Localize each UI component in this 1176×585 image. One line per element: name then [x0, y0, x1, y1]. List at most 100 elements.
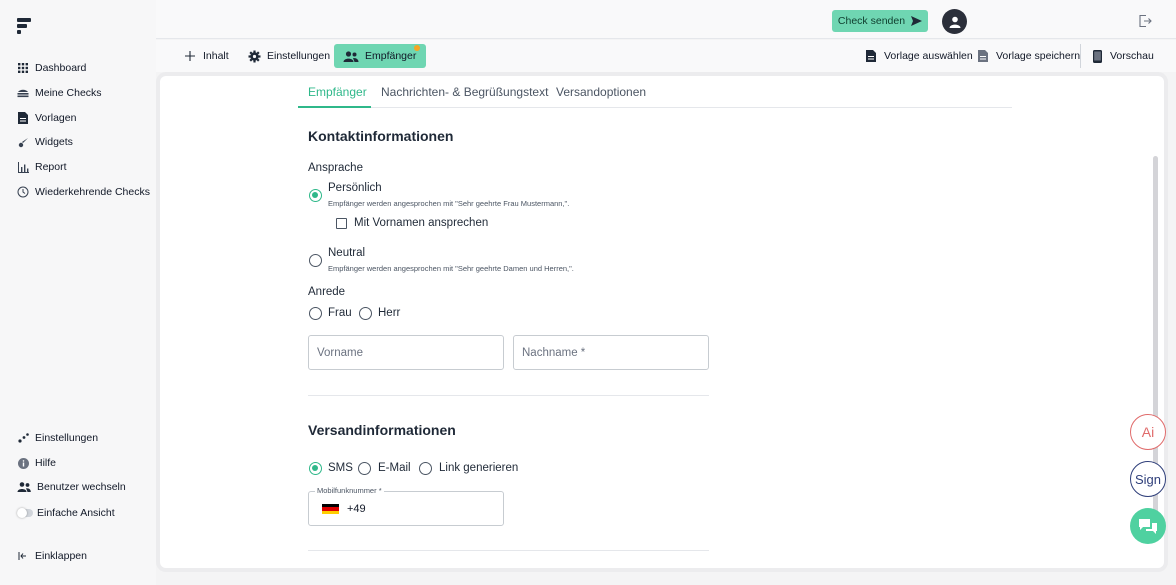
sidebar-collapse[interactable]: Einklappen	[17, 547, 87, 565]
persoenlich-label: Persönlich	[328, 182, 382, 194]
sidebar-item-label: Hilfe	[35, 457, 57, 469]
radio-neutral[interactable]	[309, 254, 322, 267]
plus-icon	[183, 49, 197, 63]
radio-sms[interactable]	[309, 462, 322, 475]
radio-frau[interactable]	[309, 307, 322, 320]
herr-label: Herr	[378, 307, 401, 319]
send-icon	[911, 16, 923, 26]
document-icon	[17, 112, 29, 124]
document-icon	[864, 49, 878, 63]
app-logo[interactable]	[17, 18, 31, 34]
sign-button[interactable]: Sign	[1130, 461, 1166, 497]
subtab-empfaenger[interactable]: Empfänger	[308, 85, 367, 99]
chat-button[interactable]	[1130, 508, 1166, 544]
nachname-input[interactable]	[513, 335, 709, 370]
sidebar-item-benutzer-wechseln[interactable]: Benutzer wechseln	[17, 478, 126, 496]
section-divider	[308, 550, 709, 551]
vorlage-speichern-label: Vorlage speichern	[996, 50, 1081, 62]
check-senden-label: Check senden	[837, 15, 906, 27]
subtab-bar: Empfänger Nachrichten- & Begrüßungstext …	[298, 76, 1012, 108]
clock-icon	[17, 186, 29, 198]
sms-label: SMS	[328, 462, 353, 474]
sidebar-item-dashboard[interactable]: Dashboard	[17, 59, 86, 77]
bar-chart-icon	[17, 161, 29, 173]
sidebar-item-label: Einklappen	[35, 550, 87, 562]
ai-label: Ai	[1141, 424, 1155, 440]
stack-icon	[17, 87, 29, 99]
contact-section-title: Kontaktinformationen	[308, 128, 454, 144]
toolbar-divider	[1080, 44, 1081, 68]
radio-herr[interactable]	[359, 307, 372, 320]
simple-view-toggle[interactable]: Einfache Ansicht	[17, 504, 115, 522]
vorlage-speichern-button[interactable]: Vorlage speichern	[976, 44, 1080, 68]
vorname-checkbox[interactable]	[336, 218, 347, 229]
tab-empfaenger-label: Empfänger	[365, 50, 417, 62]
users-icon	[17, 481, 31, 493]
sidebar-item-label: Meine Checks	[35, 87, 102, 99]
radio-link[interactable]	[419, 462, 432, 475]
vorname-checkbox-label: Mit Vornamen ansprechen	[354, 217, 489, 229]
sidebar-item-meine-checks[interactable]: Meine Checks	[17, 84, 102, 102]
collapse-arrow-icon	[17, 550, 29, 562]
vorlage-auswaehlen-label: Vorlage auswählen	[884, 50, 973, 62]
grid-icon	[17, 62, 29, 74]
sidebar-item-label: Einstellungen	[35, 432, 99, 444]
settings-dots-icon	[17, 432, 29, 444]
subtab-versandoptionen[interactable]: Versandoptionen	[556, 85, 646, 99]
sign-label: Sign	[1134, 471, 1162, 487]
logout-icon[interactable]	[1138, 14, 1152, 28]
sidebar-item-label: Widgets	[35, 136, 73, 148]
persoenlich-help: Empfänger werden angesprochen mit "Sehr …	[328, 199, 570, 208]
tab-einstellungen[interactable]: Einstellungen	[247, 44, 330, 68]
sidebar-item-einstellungen[interactable]: Einstellungen	[17, 429, 98, 447]
sidebar-item-hilfe[interactable]: Hilfe	[17, 454, 56, 472]
info-icon	[17, 457, 29, 469]
recipient-panel: Empfänger Nachrichten- & Begrüßungstext …	[160, 76, 1164, 568]
neutral-label: Neutral	[328, 247, 366, 259]
germany-flag-icon[interactable]	[322, 504, 339, 514]
notification-dot	[414, 45, 421, 51]
top-header: Check senden	[156, 0, 1176, 39]
sidebar-item-label: Report	[35, 161, 67, 173]
user-icon	[949, 16, 960, 28]
sidebar-item-wiederkehrende-checks[interactable]: Wiederkehrende Checks	[17, 183, 150, 201]
sidebar-item-widgets[interactable]: Widgets	[17, 133, 73, 151]
tab-einstellungen-label: Einstellungen	[267, 50, 331, 62]
vorname-input[interactable]	[308, 335, 504, 370]
vorschau-label: Vorschau	[1110, 50, 1154, 62]
sidebar-item-label: Vorlagen	[35, 112, 77, 124]
avatar[interactable]	[942, 9, 967, 34]
sidebar-item-report[interactable]: Report	[17, 158, 67, 176]
neutral-help: Empfänger werden angesprochen mit "Sehr …	[328, 264, 574, 273]
active-subtab-indicator	[298, 106, 371, 108]
sidebar-item-label: Dashboard	[35, 62, 87, 74]
section-divider	[308, 395, 709, 396]
editor-tab-bar: Inhalt Einstellungen Empfänger Vorlage a…	[156, 40, 1176, 72]
link-label: Link generieren	[439, 462, 519, 474]
tab-inhalt-label: Inhalt	[203, 50, 229, 62]
save-document-icon	[976, 49, 990, 63]
phone-icon	[1090, 49, 1104, 63]
radio-persoenlich[interactable]	[309, 189, 322, 202]
check-senden-button[interactable]: Check senden	[832, 10, 928, 32]
shipping-section-title: Versandinformationen	[308, 422, 456, 438]
chat-bubbles-icon	[1139, 518, 1157, 534]
subtab-nachrichten[interactable]: Nachrichten- & Begrüßungstext	[381, 85, 548, 99]
mobile-number-label: Mobilfunknummer *	[315, 486, 384, 495]
sidebar-item-label: Einfache Ansicht	[37, 507, 115, 519]
ai-assistant-button[interactable]: Ai	[1130, 414, 1166, 450]
vorlage-auswaehlen-button[interactable]: Vorlage auswählen	[864, 44, 973, 68]
tab-inhalt[interactable]: Inhalt	[183, 44, 229, 68]
tab-empfaenger[interactable]: Empfänger	[334, 44, 427, 68]
vorschau-button[interactable]: Vorschau	[1090, 44, 1154, 68]
radio-email[interactable]	[358, 462, 371, 475]
email-label: E-Mail	[378, 462, 411, 474]
mobile-number-field[interactable]: Mobilfunknummer *	[308, 486, 504, 526]
gear-icon	[247, 49, 261, 63]
toggle-icon[interactable]	[17, 508, 33, 518]
ansprache-label: Ansprache	[308, 162, 363, 174]
brush-icon	[17, 136, 29, 148]
sidebar-item-label: Benutzer wechseln	[37, 481, 126, 493]
sidebar-item-vorlagen[interactable]: Vorlagen	[17, 109, 76, 127]
mobile-number-input[interactable]	[347, 500, 487, 518]
